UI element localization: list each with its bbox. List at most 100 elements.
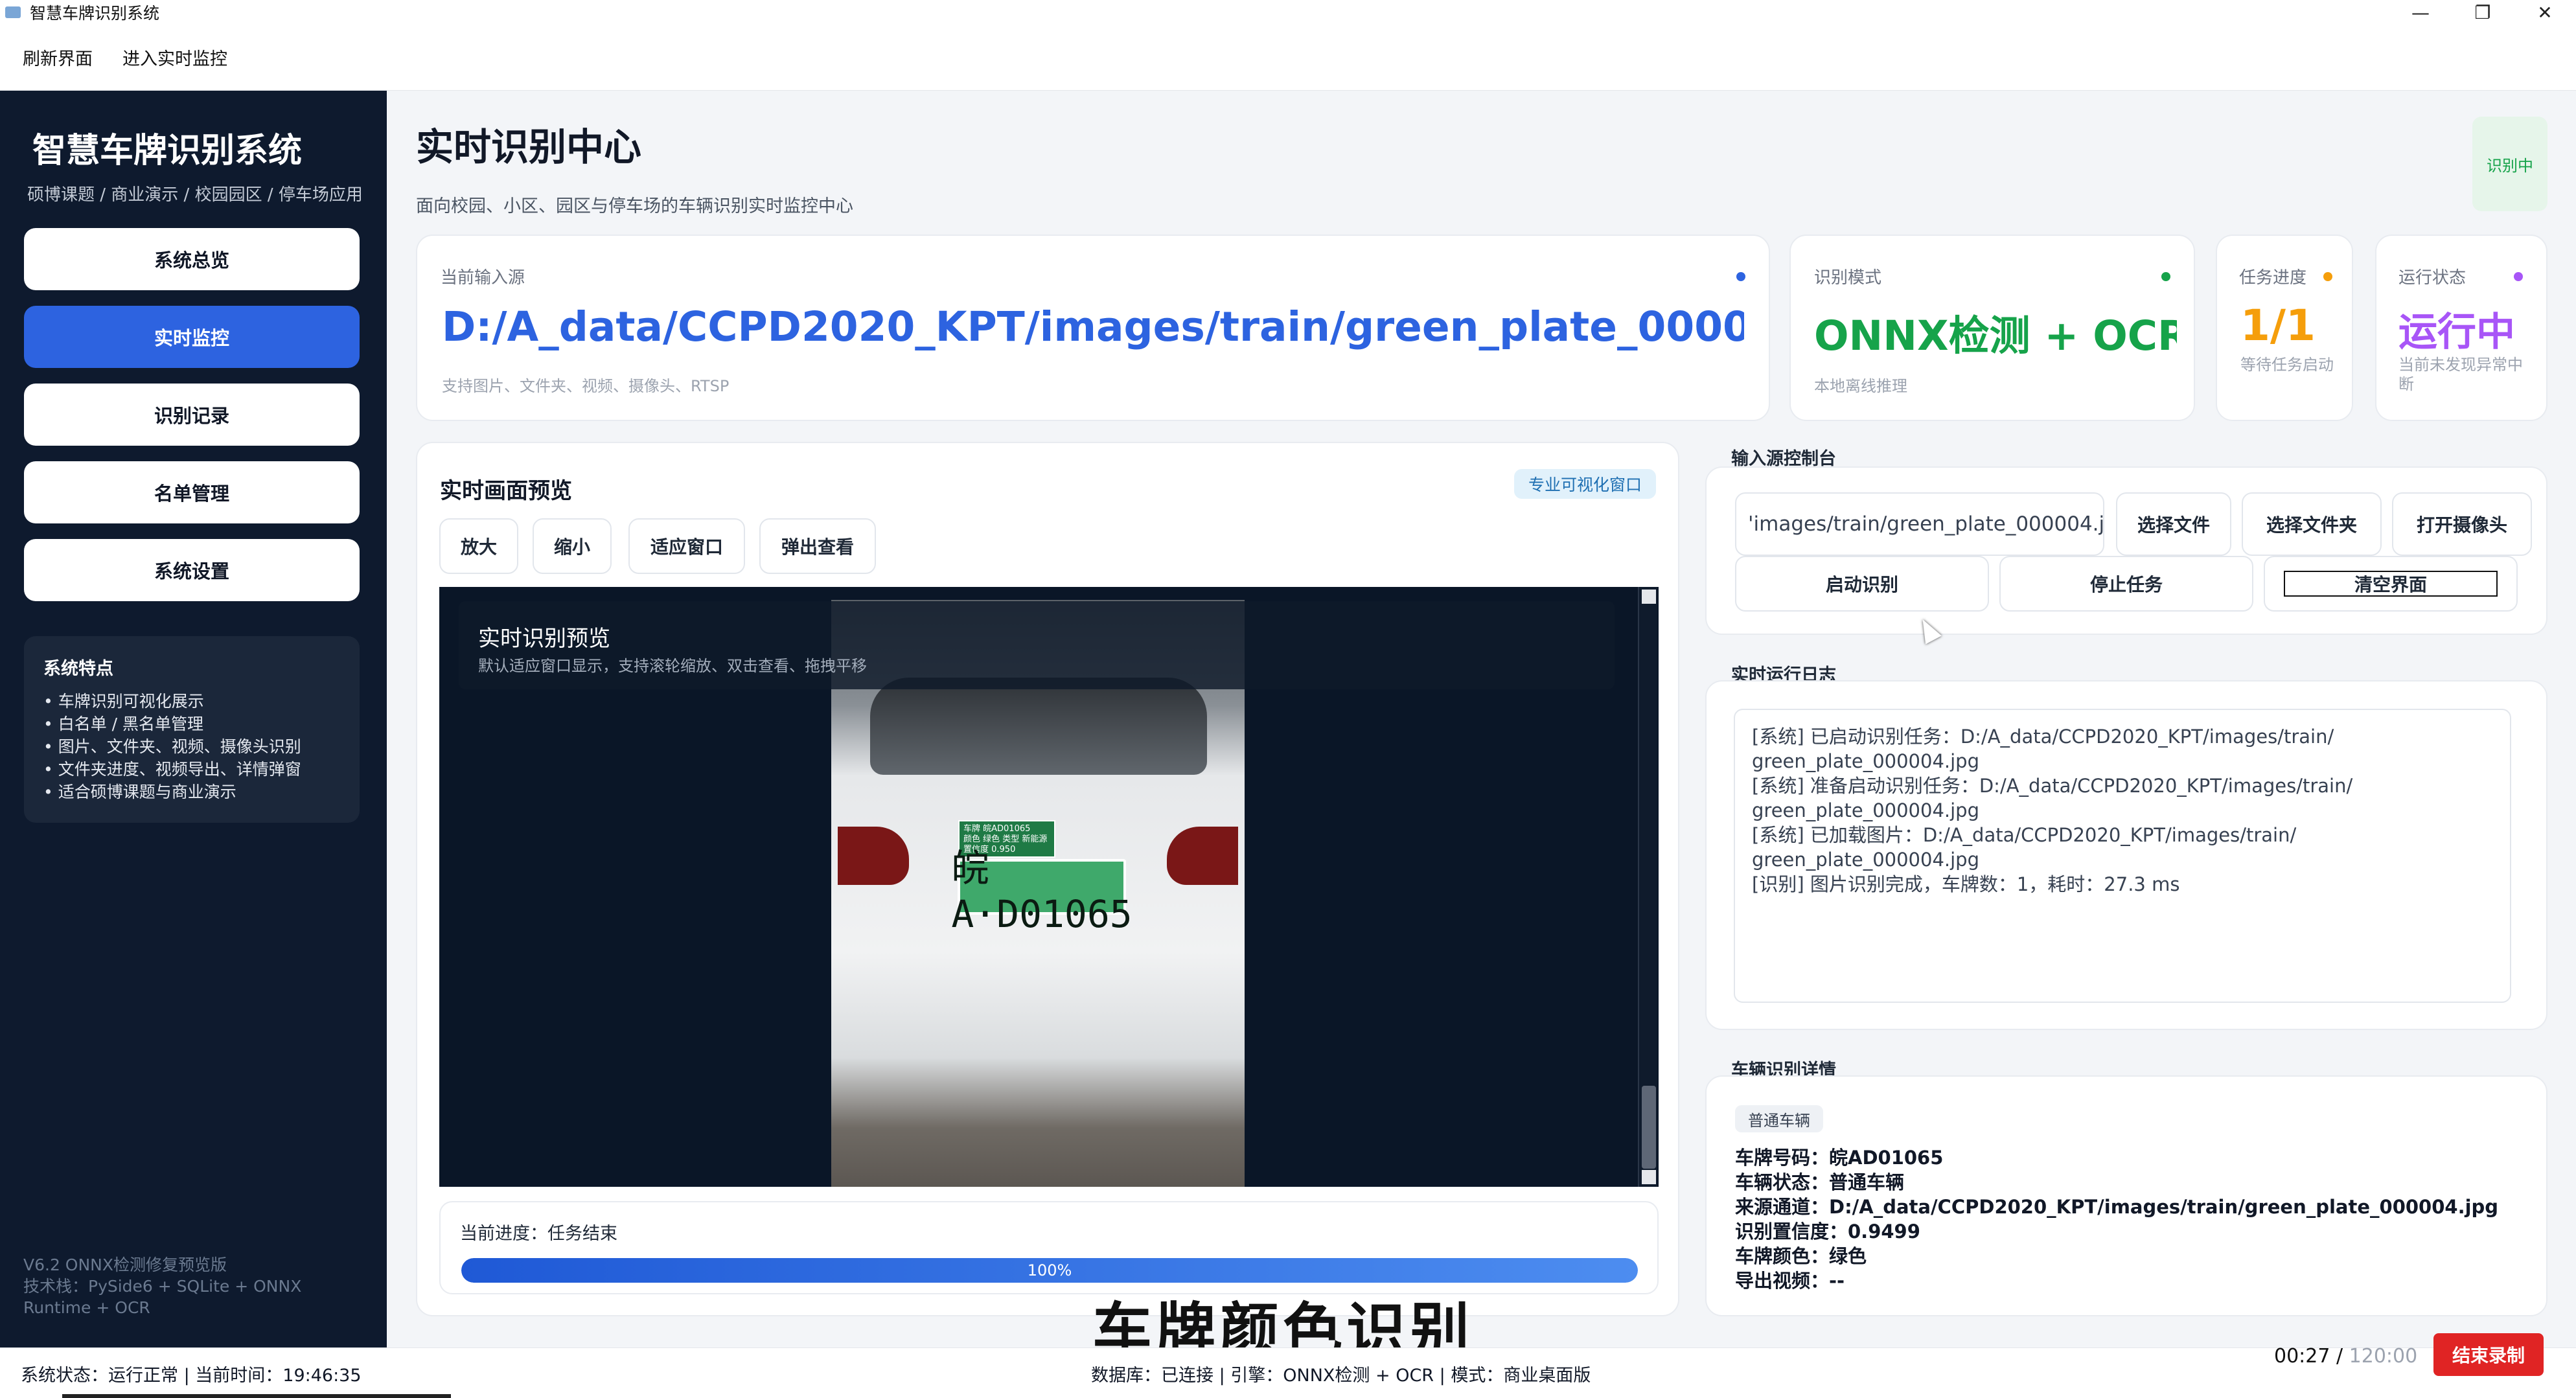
log-line: green_plate_000004.jpg (1752, 849, 1980, 871)
recognition-status-chip: 识别中 (2472, 117, 2547, 211)
overlay-title: 实时识别预览 (478, 626, 610, 652)
detail-color: 车牌颜色：绿色 (1735, 1245, 1867, 1267)
zoom-in-button[interactable]: 放大 (439, 518, 518, 574)
state-value: 运行中 (2398, 310, 2515, 355)
source-dot-icon (1736, 272, 1745, 281)
image-viewer[interactable]: 车牌 皖AD01065 颜色 绿色 类型 新能源 置信度 0.950 皖A·D0… (439, 587, 1659, 1187)
status-left: 系统状态：运行正常 | 当前时间：19:46:35 (21, 1366, 362, 1386)
scrollbar-thumb[interactable] (1642, 1086, 1656, 1169)
open-camera-button[interactable]: 打开摄像头 (2392, 492, 2532, 556)
log-textarea[interactable]: [系统] 已启动识别任务：D:/A_data/CCPD2020_KPT/imag… (1734, 709, 2511, 1003)
clear-interface-button[interactable]: 清空界面 (2264, 556, 2518, 612)
feature-item: • 图片、文件夹、视频、摄像头识别 (43, 737, 301, 756)
log-line: [系统] 已加载图片：D:/A_data/CCPD2020_KPT/images… (1752, 824, 2297, 846)
version-info: V6.2 ONNX检测修复预览版 技术栈：PySide6 + SQLite + … (23, 1254, 360, 1318)
car-taillight-left (838, 827, 909, 885)
feature-item: • 车牌识别可视化展示 (43, 692, 204, 711)
status-center: 数据库：已连接 | 引擎：ONNX检测 + OCR | 模式：商业桌面版 (1091, 1366, 1591, 1386)
source-path-input[interactable]: 'images/train/green_plate_000004.jpg (1735, 492, 2104, 556)
progress-sub: 等待任务启动 (2240, 356, 2334, 374)
car-rear-window (870, 678, 1207, 775)
control-panel: 'images/train/green_plate_000004.jpg 选择文… (1705, 466, 2547, 635)
fit-window-button[interactable]: 适应窗口 (628, 518, 745, 574)
nav-records-button[interactable]: 识别记录 (24, 384, 360, 446)
version-line: V6.2 ONNX检测修复预览版 (23, 1255, 227, 1274)
log-line: [系统] 准备启动识别任务：D:/A_data/CCPD2020_KPT/ima… (1752, 775, 2353, 797)
preview-title: 实时画面预览 (440, 478, 572, 504)
detection-line: 车牌 皖AD01065 (963, 824, 1031, 834)
select-file-button[interactable]: 选择文件 (2116, 492, 2231, 556)
detail-plate: 车牌号码：皖AD01065 (1735, 1147, 1944, 1169)
restore-icon[interactable]: ❐ (2452, 0, 2514, 25)
scroll-up-icon[interactable] (1642, 590, 1656, 604)
stop-recording-button[interactable]: 结束录制 (2433, 1333, 2544, 1376)
progress-status-label: 当前进度：任务结束 (460, 1224, 617, 1244)
stop-task-button[interactable]: 停止任务 (1999, 556, 2253, 612)
detail-confidence: 识别置信度：0.9499 (1735, 1220, 1920, 1243)
log-line: green_plate_000004.jpg (1752, 750, 1980, 772)
preview-panel: 实时画面预览 专业可视化窗口 放大 缩小 适应窗口 弹出查看 车牌 皖AD010… (416, 442, 1679, 1316)
status-bar: 系统状态：运行正常 | 当前时间：19:46:35 数据库：已连接 | 引擎：O… (0, 1347, 2576, 1398)
log-line: [系统] 已启动识别任务：D:/A_data/CCPD2020_KPT/imag… (1752, 726, 2334, 748)
progress-card: 任务进度 1/1 等待任务启动 (2216, 235, 2353, 421)
features-card: 系统特点 • 车牌识别可视化展示 • 白名单 / 黑名单管理 • 图片、文件夹、… (24, 636, 360, 823)
clear-interface-label: 清空界面 (2284, 571, 2498, 597)
record-elapsed: 00:27 (2274, 1345, 2330, 1368)
car-taillight-right (1167, 827, 1238, 885)
log-line: [识别] 图片识别完成，车牌数：1，耗时：27.3 ms (1752, 873, 2180, 895)
menu-refresh[interactable]: 刷新界面 (23, 45, 93, 70)
state-sub: 当前未发现异常中断 (2398, 356, 2523, 393)
progress-section: 当前进度：任务结束 100% (439, 1201, 1659, 1294)
mode-dot-icon (2161, 272, 2170, 281)
progress-label: 任务进度 (2239, 268, 2307, 288)
state-card: 运行状态 运行中 当前未发现异常中断 (2375, 235, 2547, 421)
status-divider (62, 1394, 451, 1398)
app-icon (5, 6, 21, 18)
menu-enter-monitor[interactable]: 进入实时监控 (122, 45, 227, 70)
detail-panel: 普通车辆 车牌号码：皖AD01065 车辆状态：普通车辆 来源通道：D:/A_d… (1705, 1075, 2547, 1316)
detail-source: 来源通道：D:/A_data/CCPD2020_KPT/images/train… (1735, 1196, 2499, 1218)
sidebar-brand-sub: 硕博课题 / 商业演示 / 校园园区 / 停车场应用 (27, 185, 363, 205)
mode-label: 识别模式 (1814, 268, 1882, 288)
zoom-out-button[interactable]: 缩小 (533, 518, 612, 574)
scroll-down-icon[interactable] (1642, 1170, 1656, 1184)
vehicle-type-tag: 普通车辆 (1735, 1105, 1823, 1132)
nav-settings-button[interactable]: 系统设置 (24, 539, 360, 601)
version-line: Runtime + OCR (23, 1298, 150, 1317)
source-card: 当前输入源 D:/A_data/CCPD2020_KPT/images/trai… (416, 235, 1770, 421)
detail-export: 导出视频：-- (1735, 1270, 1845, 1292)
progress-bar-text: 100% (1027, 1261, 1072, 1279)
select-folder-button[interactable]: 选择文件夹 (2242, 492, 2382, 556)
sidebar-brand: 智慧车牌识别系统 (32, 132, 303, 170)
page-subtitle: 面向校园、小区、园区与停车场的车辆识别实时监控中心 (416, 196, 853, 216)
start-recognition-button[interactable]: 启动识别 (1735, 556, 1989, 612)
close-icon[interactable]: ✕ (2514, 0, 2576, 25)
mode-sub: 本地离线推理 (1814, 377, 1907, 395)
progress-value: 1/1 (2240, 301, 2316, 350)
window-titlebar: 智慧车牌识别系统 — ❐ ✕ (0, 0, 2576, 25)
feature-item: • 适合硕博课题与商业演示 (43, 783, 236, 801)
license-plate: 皖A·D01065 (951, 846, 1133, 936)
sidebar: 智慧车牌识别系统 硕博课题 / 商业演示 / 校园园区 / 停车场应用 系统总览… (0, 91, 387, 1347)
state-dot-icon (2514, 272, 2523, 281)
nav-overview-button[interactable]: 系统总览 (24, 228, 360, 290)
overlay-subtitle: 默认适应窗口显示，支持滚轮缩放、双击查看、拖拽平移 (478, 657, 867, 675)
record-timer: 00:27 / 120:00 (2274, 1345, 2417, 1368)
nav-lists-button[interactable]: 名单管理 (24, 461, 360, 523)
log-panel: [系统] 已启动识别任务：D:/A_data/CCPD2020_KPT/imag… (1705, 680, 2547, 1030)
popup-view-button[interactable]: 弹出查看 (759, 518, 876, 574)
viewer-scrollbar[interactable] (1638, 587, 1657, 1187)
state-label: 运行状态 (2398, 268, 2467, 288)
preview-overlay: 实时识别预览 默认适应窗口显示，支持滚轮缩放、双击查看、拖拽平移 (459, 601, 1615, 689)
source-value: D:/A_data/CCPD2020_KPT/images/train/gree… (442, 303, 1744, 350)
mode-value: ONNX检测 + OCR (1814, 312, 2177, 360)
nav-monitor-button[interactable]: 实时监控 (24, 306, 360, 368)
progress-dot-icon (2323, 272, 2332, 281)
feature-item: • 白名单 / 黑名单管理 (43, 715, 204, 733)
window-title: 智慧车牌识别系统 (30, 4, 160, 23)
preview-badge: 专业可视化窗口 (1513, 469, 1656, 499)
page-title: 实时识别中心 (416, 125, 642, 169)
minimize-icon[interactable]: — (2389, 0, 2452, 25)
progress-bar: 100% (461, 1258, 1638, 1283)
menu-bar: 刷新界面 进入实时监控 (0, 25, 2576, 91)
